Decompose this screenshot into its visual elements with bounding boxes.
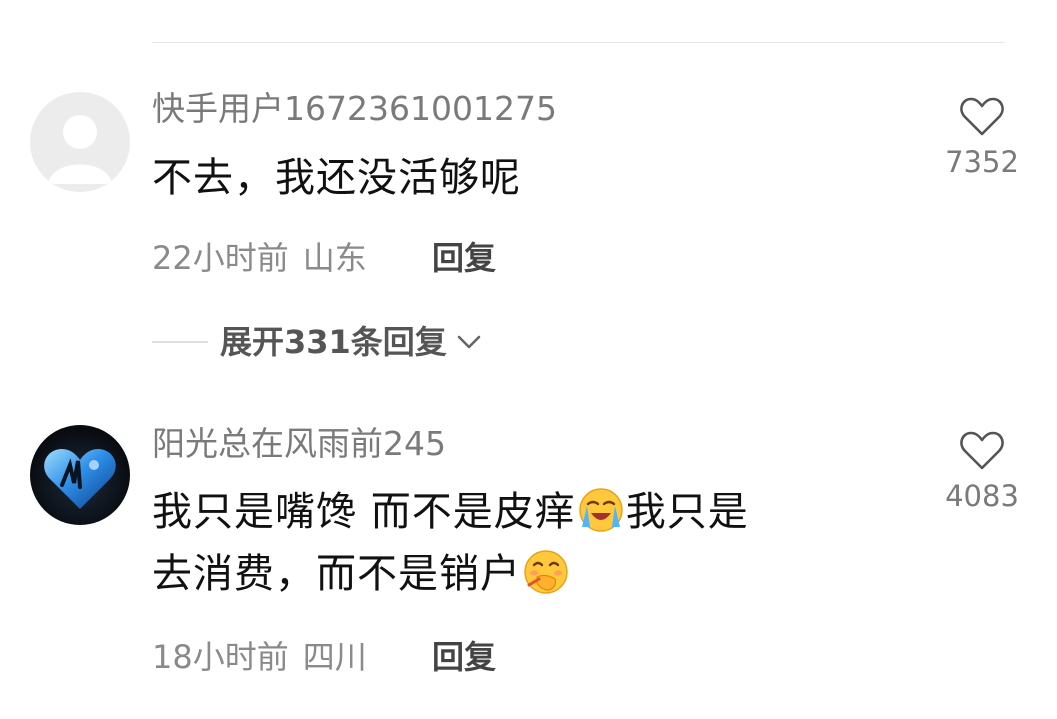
avatar[interactable] — [30, 92, 130, 192]
face-with-hand-over-mouth-emoji — [524, 550, 568, 594]
comment-time: 18小时前 — [152, 638, 289, 676]
heart-icon — [960, 431, 1004, 470]
expand-replies-label: 展开331条回复 — [220, 323, 447, 361]
comment-text: 我只是嘴馋 而不是皮痒 我只是 去消费，而不是销户 — [152, 481, 749, 605]
like-button[interactable]: 4083 — [932, 430, 1032, 514]
comment-meta: 18小时前 四川 — [152, 637, 367, 677]
comment-username[interactable]: 阳光总在风雨前245 — [152, 424, 446, 464]
loudly-crying-face-emoji — [578, 488, 623, 532]
comment-username[interactable]: 快手用户1672361001275 — [152, 89, 557, 129]
comment-time: 22小时前 — [152, 239, 289, 277]
comment-meta: 22小时前 山东 — [152, 238, 367, 278]
top-divider — [152, 42, 1005, 43]
heart-icon — [960, 97, 1004, 136]
like-count: 4083 — [945, 479, 1019, 513]
reply-button[interactable]: 回复 — [432, 637, 496, 677]
like-button[interactable]: 7352 — [932, 96, 1032, 180]
comment-text: 不去，我还没活够呢 — [152, 147, 521, 209]
like-count: 7352 — [945, 145, 1019, 179]
comment-text-line: 我只是嘴馋 而不是皮痒 我只是 — [152, 488, 749, 535]
reply-button[interactable]: 回复 — [432, 238, 496, 278]
expand-dash — [152, 341, 208, 343]
comment-text-line: 去消费，而不是销户 — [152, 543, 749, 605]
avatar[interactable] — [30, 425, 130, 525]
comment-text-line: 不去，我还没活够呢 — [152, 155, 521, 201]
expand-replies-button[interactable]: 展开331条回复 — [152, 320, 483, 364]
comment-location: 山东 — [302, 239, 367, 277]
comment-location: 四川 — [302, 638, 367, 676]
chevron-down-icon — [457, 335, 481, 349]
